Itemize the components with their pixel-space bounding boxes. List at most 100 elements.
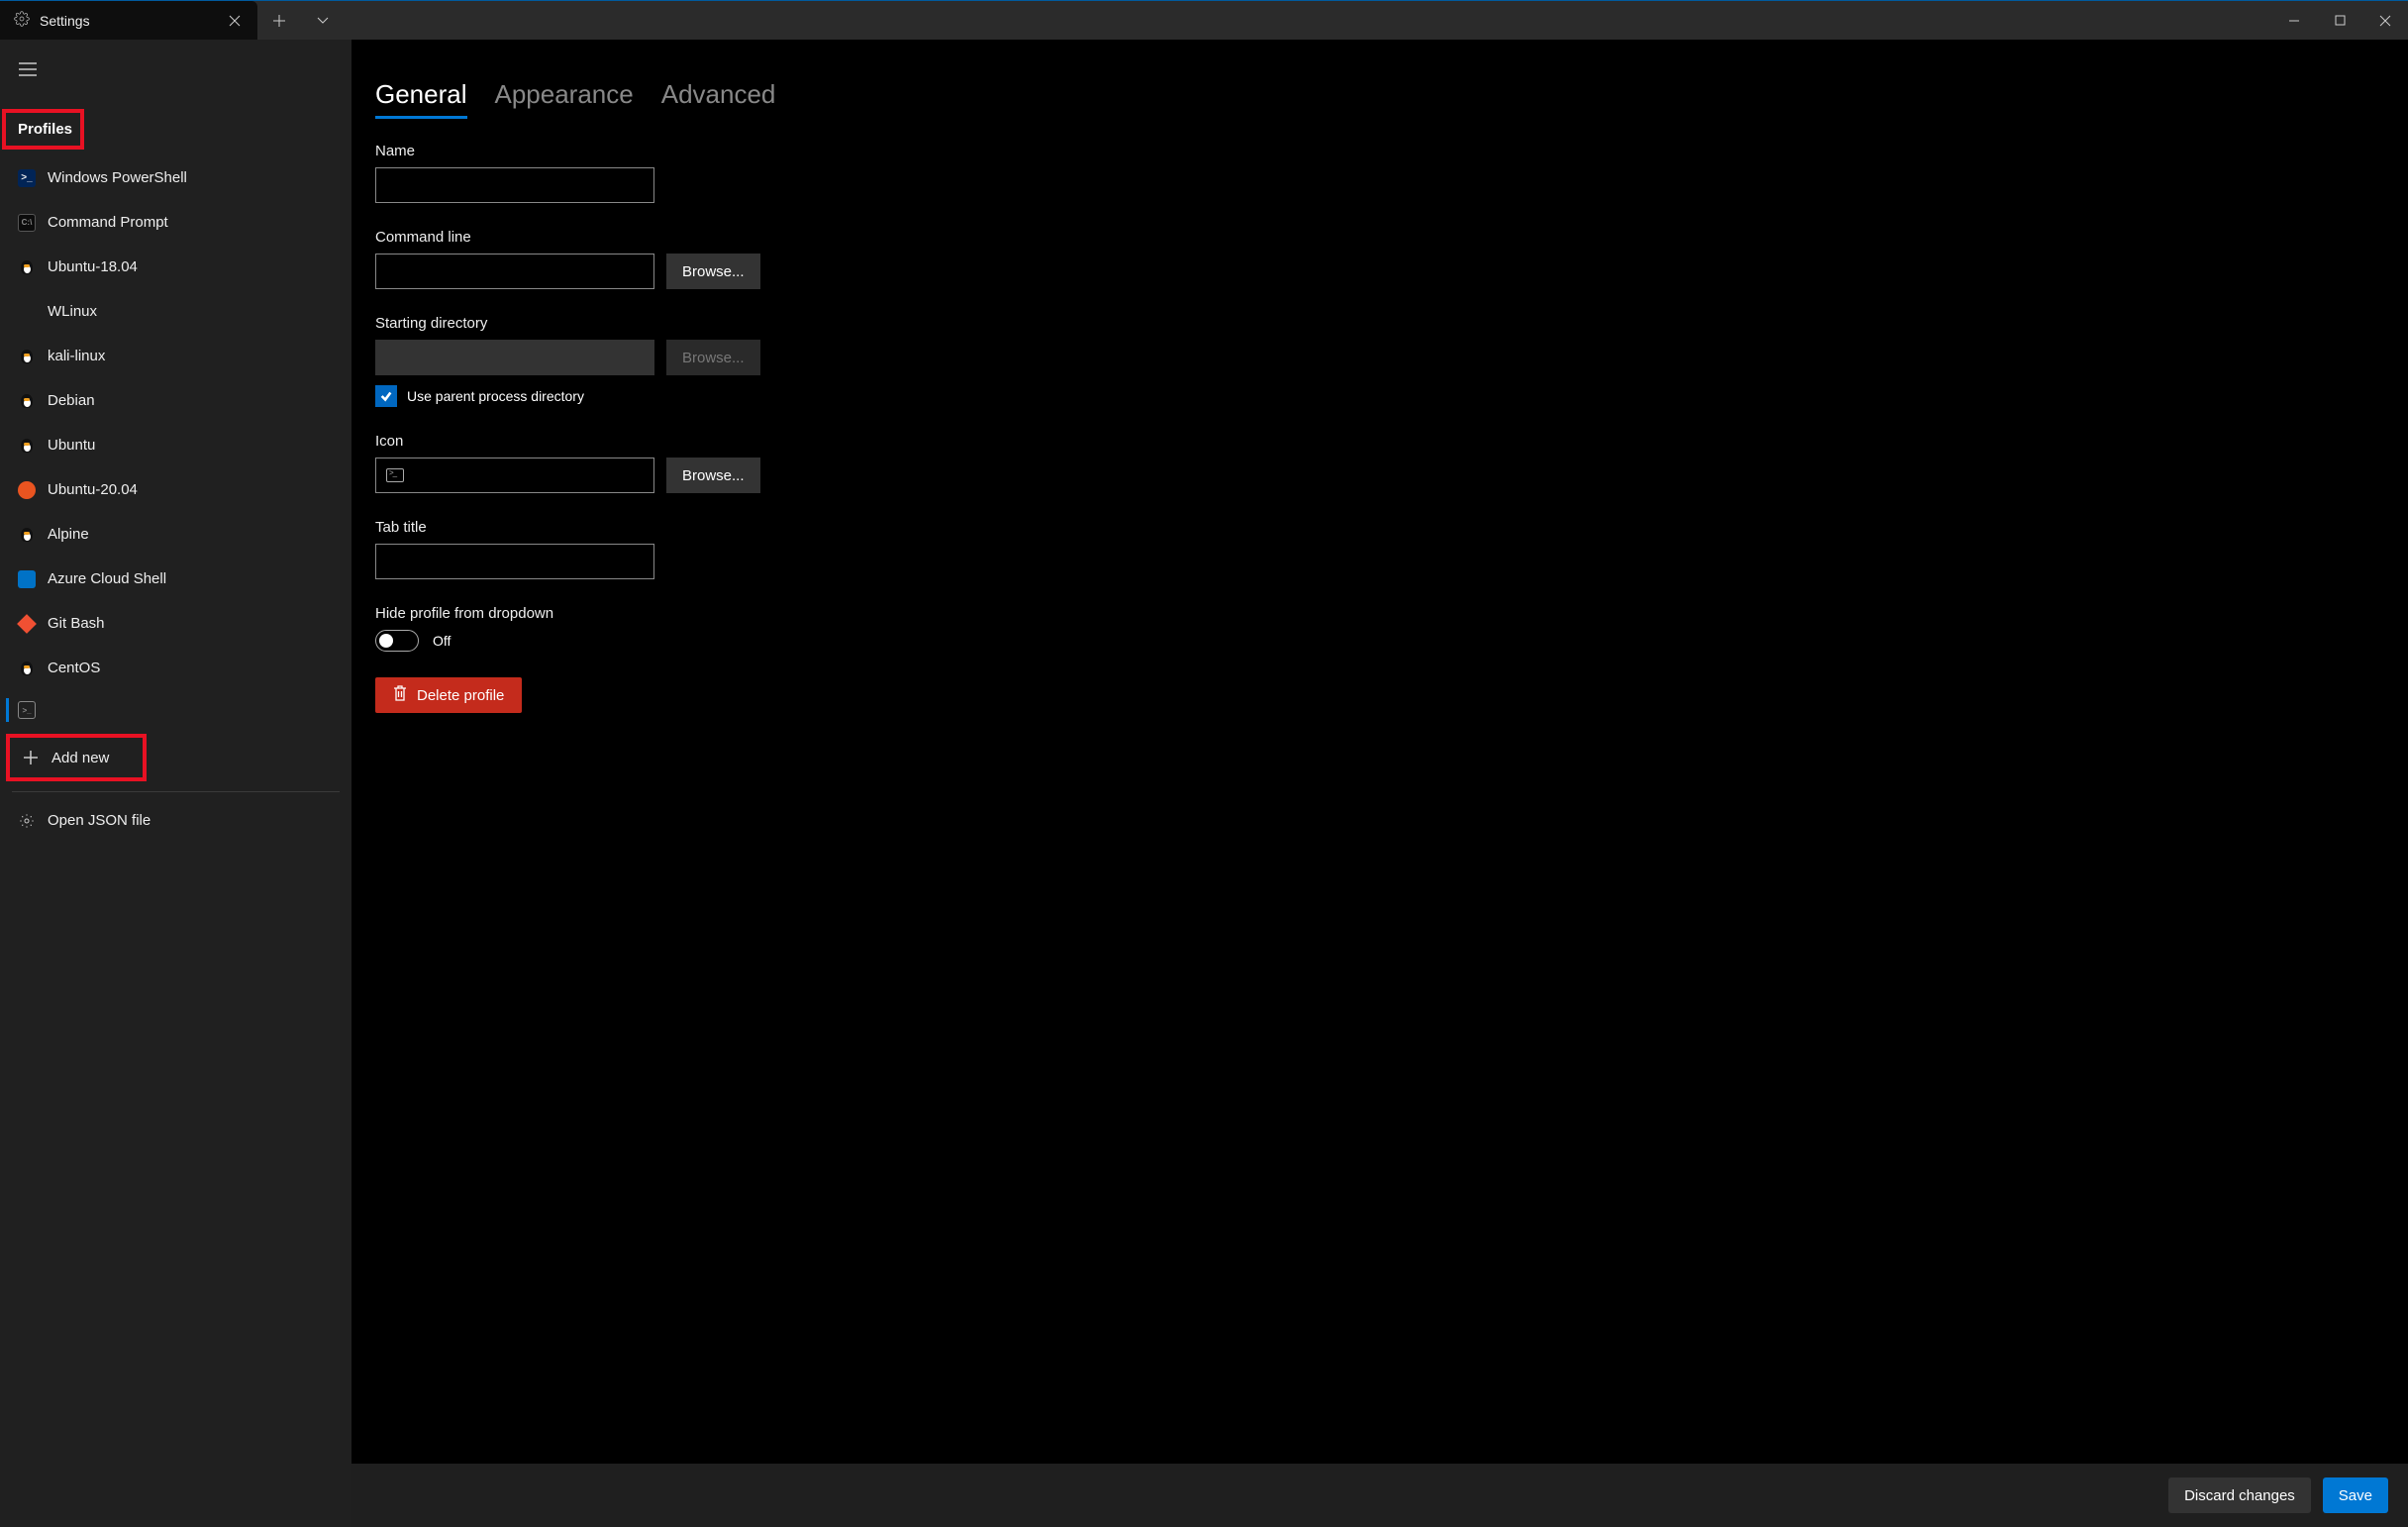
sidebar-item-alpine[interactable]: Alpine	[0, 512, 351, 557]
tux-icon	[18, 392, 36, 410]
sidebar-item-ubuntu[interactable]: Ubuntu	[0, 423, 351, 467]
tux-icon	[18, 660, 36, 677]
field-group-name: Name	[375, 143, 2384, 203]
delete-profile-label: Delete profile	[417, 687, 504, 704]
gear-icon	[18, 812, 36, 830]
sidebar-item-label: Add new	[51, 750, 109, 766]
sidebar-section-profiles: Profiles	[6, 113, 84, 146]
sidebar-item-ubuntu-2004[interactable]: Ubuntu-20.04	[0, 467, 351, 512]
minimize-button[interactable]	[2271, 1, 2317, 40]
commandline-input[interactable]	[375, 254, 654, 289]
content-scroll[interactable]: General Appearance Advanced Name Command…	[351, 40, 2408, 1464]
sidebar-item-label: CentOS	[48, 660, 100, 676]
sidebar-item-label: Windows PowerShell	[48, 169, 187, 186]
blank-icon	[18, 303, 36, 321]
content-tabs: General Appearance Advanced	[375, 79, 2384, 119]
hide-state-label: Off	[433, 633, 451, 649]
commandline-label: Command line	[375, 229, 2384, 246]
hide-label: Hide profile from dropdown	[375, 605, 2384, 622]
icon-browse-button[interactable]: Browse...	[666, 458, 760, 493]
use-parent-label: Use parent process directory	[407, 388, 584, 404]
icon-label: Icon	[375, 433, 2384, 450]
sidebar-item-label: Debian	[48, 392, 95, 409]
tux-icon	[18, 258, 36, 276]
hamburger-menu-button[interactable]	[8, 50, 48, 89]
sidebar-item-kali-linux[interactable]: kali-linux	[0, 334, 351, 378]
name-input[interactable]	[375, 167, 654, 203]
tabtitle-label: Tab title	[375, 519, 2384, 536]
tab-general[interactable]: General	[375, 79, 467, 119]
sidebar-item-label: Azure Cloud Shell	[48, 570, 166, 587]
sidebar-item-ubuntu-1804[interactable]: Ubuntu-18.04	[0, 245, 351, 289]
commandline-browse-button[interactable]: Browse...	[666, 254, 760, 289]
sidebar-item-add-new[interactable]: Add new	[10, 738, 143, 777]
sidebar-item-new-profile[interactable]: >_	[0, 690, 351, 730]
sidebar-item-wlinux[interactable]: WLinux	[0, 289, 351, 334]
sidebar-item-git-bash[interactable]: Git Bash	[0, 601, 351, 646]
hide-toggle[interactable]	[375, 630, 419, 652]
tab-title: Settings	[40, 13, 212, 29]
startdir-input	[375, 340, 654, 375]
window: Settings	[0, 0, 2408, 1527]
terminal-square-icon: >_	[18, 701, 36, 719]
startdir-browse-button: Browse...	[666, 340, 760, 375]
field-group-delete: Delete profile	[375, 677, 2384, 713]
field-group-hide: Hide profile from dropdown Off	[375, 605, 2384, 652]
sidebar-item-windows-powershell[interactable]: >_ Windows PowerShell	[0, 155, 351, 200]
delete-profile-button[interactable]: Delete profile	[375, 677, 522, 713]
sidebишar-item-label: Ubuntu-20.04	[48, 481, 138, 498]
tux-icon	[18, 348, 36, 365]
powershell-icon: >_	[18, 169, 36, 187]
sidebar-item-command-prompt[interactable]: C:\ Command Prompt	[0, 200, 351, 245]
tab-appearance[interactable]: Appearance	[495, 79, 634, 119]
tux-icon	[18, 437, 36, 455]
sidebar-divider	[12, 791, 340, 792]
toggle-knob	[379, 634, 393, 648]
sidebar-item-debian[interactable]: Debian	[0, 378, 351, 423]
azure-icon	[18, 570, 36, 588]
trash-icon	[393, 685, 407, 705]
tab-advanced[interactable]: Advanced	[661, 79, 776, 119]
cmd-icon: C:\	[18, 214, 36, 232]
maximize-button[interactable]	[2317, 1, 2362, 40]
sidebar-item-centos[interactable]: CentOS	[0, 646, 351, 690]
sidebar-item-label: Ubuntu	[48, 437, 95, 454]
sidebar-item-label: Ubuntu-18.04	[48, 258, 138, 275]
field-group-tabtitle: Tab title	[375, 519, 2384, 579]
startdir-label: Starting directory	[375, 315, 2384, 332]
sidebar-item-azure-cloud-shell[interactable]: Azure Cloud Shell	[0, 557, 351, 601]
name-label: Name	[375, 143, 2384, 159]
sidebar-item-label: Git Bash	[48, 615, 105, 632]
close-window-button[interactable]	[2362, 1, 2408, 40]
ubuntu-icon	[18, 481, 36, 499]
field-group-icon: Icon Browse...	[375, 433, 2384, 493]
tux-icon	[18, 526, 36, 544]
tabtitle-input[interactable]	[375, 544, 654, 579]
use-parent-checkbox-row[interactable]: Use parent process directory	[375, 385, 2384, 407]
footer: Discard changes Save	[351, 1464, 2408, 1527]
close-tab-button[interactable]	[222, 8, 248, 34]
field-group-startdir: Starting directory Browse... Use parent …	[375, 315, 2384, 407]
titlebar: Settings	[0, 0, 2408, 40]
sidebar-item-label: WLinux	[48, 303, 97, 320]
sidebar-profile-list: >_ Windows PowerShell C:\ Command Prompt…	[0, 155, 351, 843]
plus-icon	[22, 749, 40, 766]
field-group-commandline: Command line Browse...	[375, 229, 2384, 289]
add-new-highlight: Add new	[6, 734, 147, 781]
icon-input[interactable]	[375, 458, 654, 493]
sidebar-item-label: Open JSON file	[48, 812, 150, 829]
window-tab-settings[interactable]: Settings	[0, 1, 257, 40]
sidebar: Profiles >_ Windows PowerShell C:\ Comma…	[0, 40, 351, 1527]
use-parent-checkbox[interactable]	[375, 385, 397, 407]
sidebar-item-label: kali-linux	[48, 348, 105, 364]
terminal-icon	[386, 468, 404, 482]
tab-dropdown-button[interactable]	[301, 1, 345, 40]
new-tab-button[interactable]	[257, 1, 301, 40]
save-button[interactable]: Save	[2323, 1477, 2388, 1513]
titlebar-drag-region[interactable]	[345, 1, 2271, 40]
content: General Appearance Advanced Name Command…	[351, 40, 2408, 1527]
sidebar-item-label: Alpine	[48, 526, 89, 543]
sidebar-item-label: Command Prompt	[48, 214, 168, 231]
sidebar-item-open-json[interactable]: Open JSON file	[0, 798, 351, 843]
discard-changes-button[interactable]: Discard changes	[2168, 1477, 2311, 1513]
